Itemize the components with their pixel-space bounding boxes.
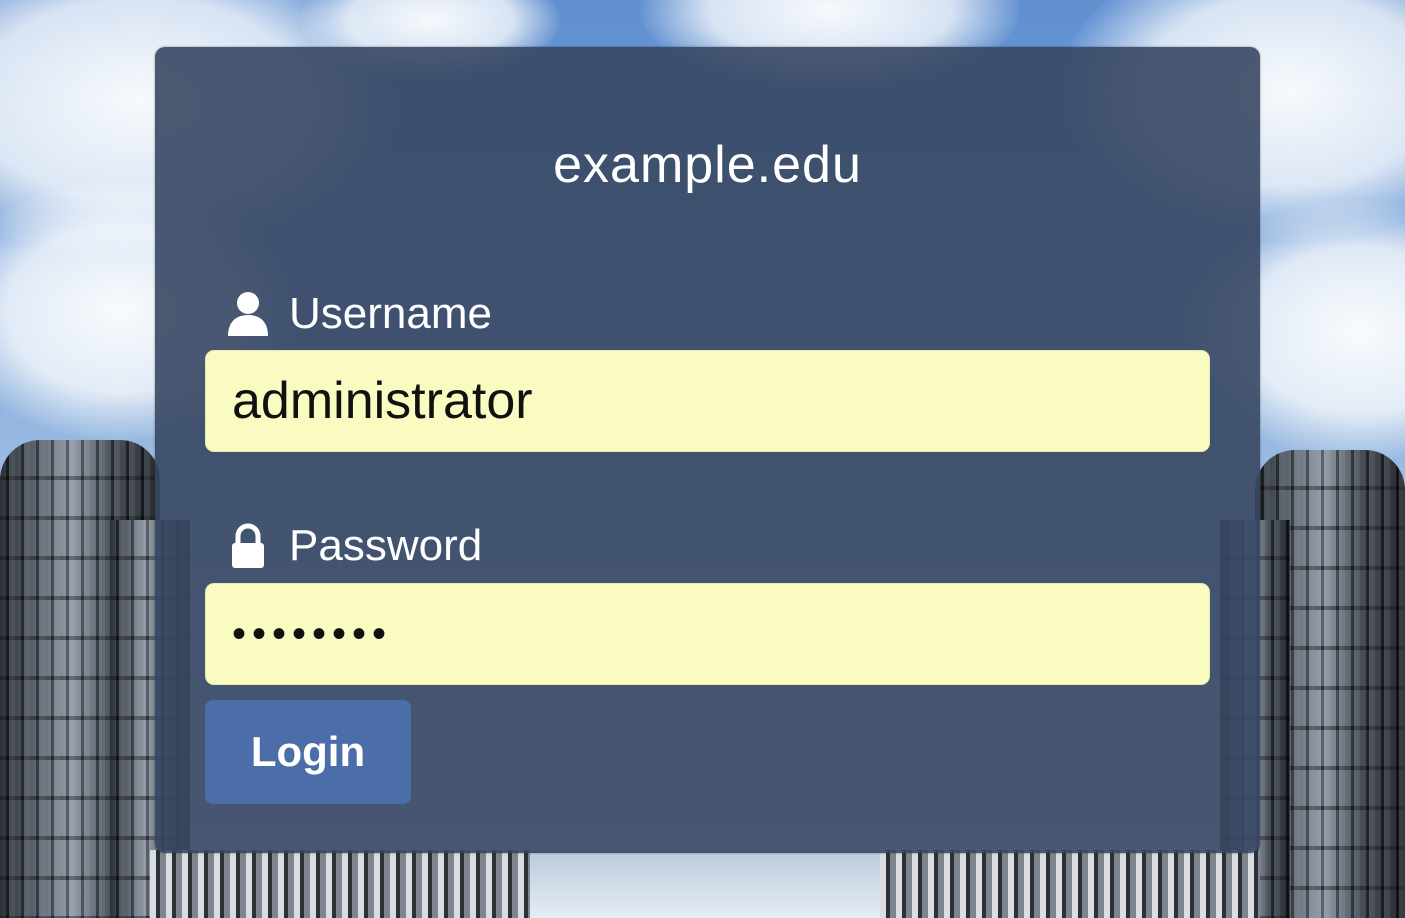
password-label-row: Password: [225, 519, 482, 573]
background-server-rack: [880, 850, 1260, 918]
site-title: example.edu: [553, 136, 862, 194]
username-label-row: Username: [225, 287, 492, 341]
background-server-rack: [150, 850, 540, 918]
login-page: example.edu Username Password Login: [0, 0, 1405, 918]
username-input[interactable]: [205, 350, 1210, 452]
username-label: Username: [289, 289, 492, 338]
password-label: Password: [289, 521, 483, 570]
login-form: example.edu Username Password Login: [155, 47, 1260, 853]
login-button[interactable]: Login: [205, 700, 411, 804]
password-input[interactable]: [205, 583, 1210, 685]
user-icon: [225, 289, 271, 339]
lock-icon: [225, 521, 271, 571]
background-aisle: [530, 850, 890, 918]
